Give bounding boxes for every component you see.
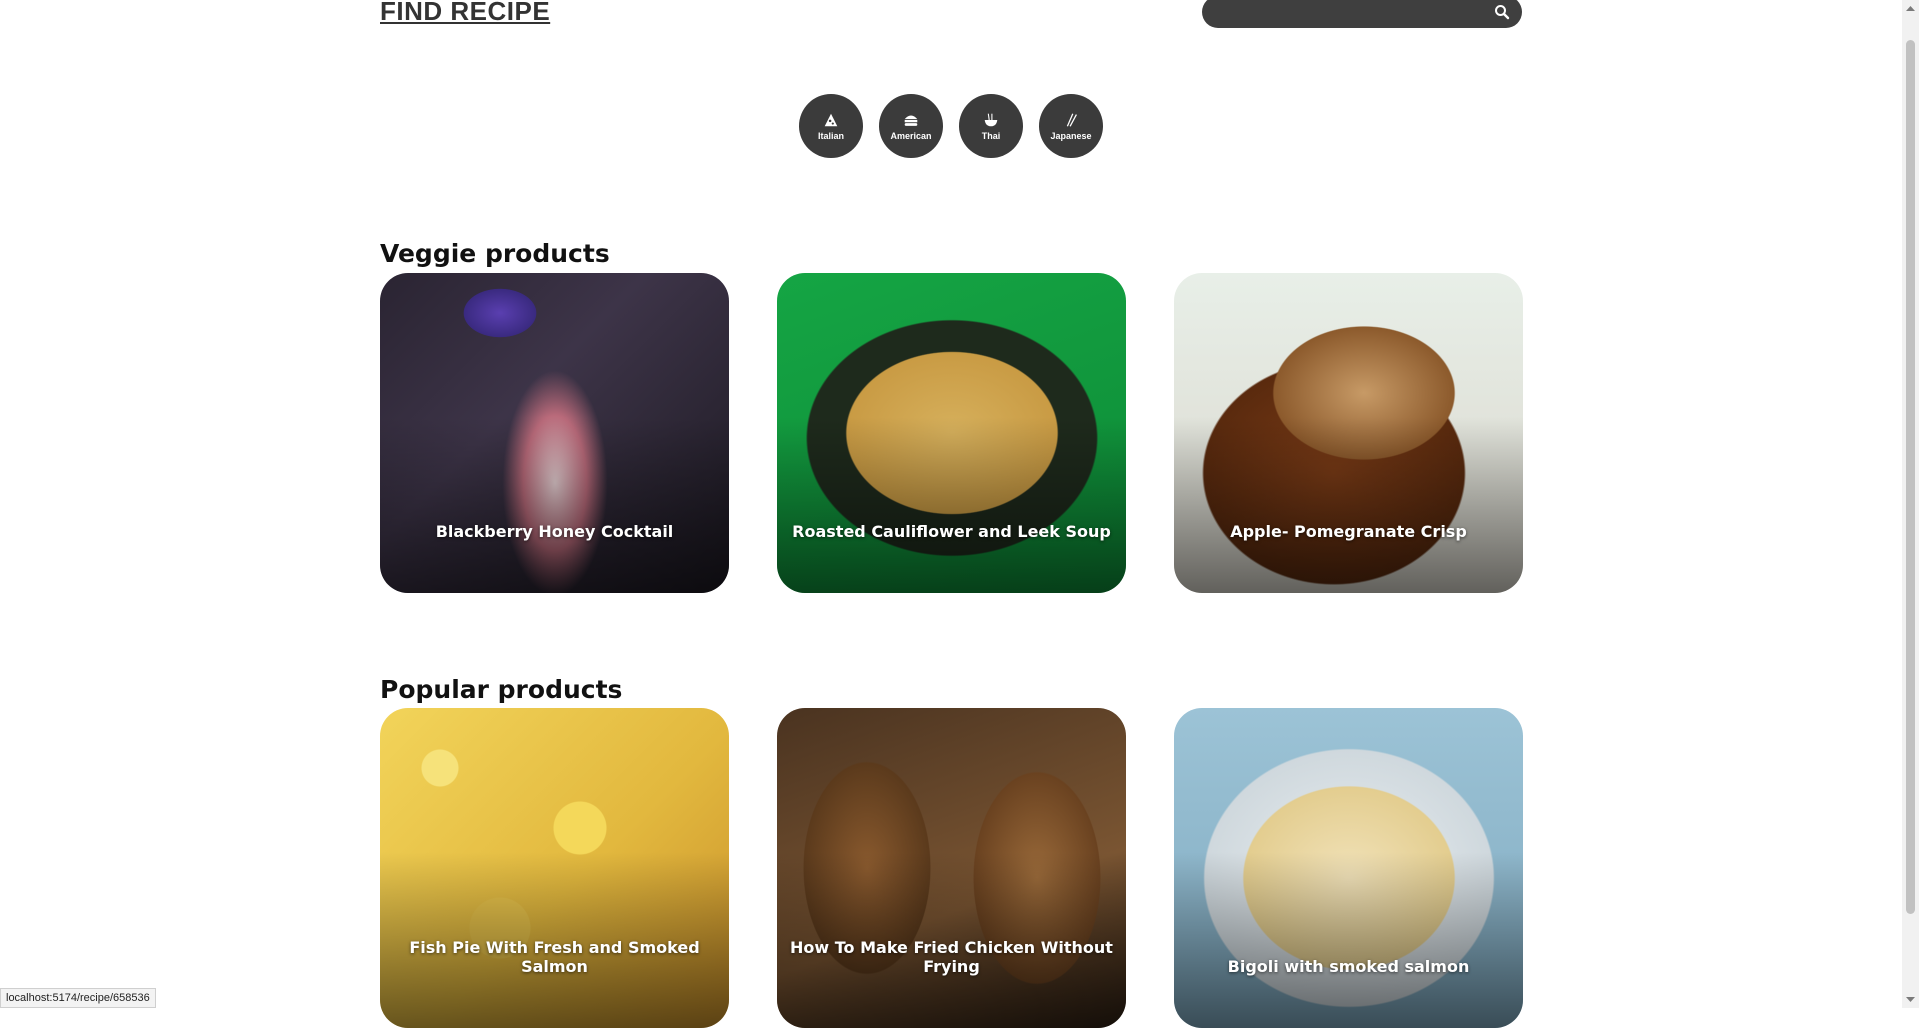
search-bar [1202, 0, 1522, 28]
cuisine-list: Italian American Thai Japanese [799, 94, 1103, 158]
logo-link[interactable]: FIND RECIPE [380, 0, 550, 27]
cuisine-label: Italian [817, 131, 844, 141]
scrollbar-thumb[interactable] [1906, 40, 1915, 914]
cuisine-japanese[interactable]: Japanese [1039, 94, 1103, 158]
recipe-card[interactable]: Blackberry Honey Cocktail [380, 273, 729, 593]
scroll-up-icon[interactable] [1906, 4, 1915, 14]
popular-section-title: Popular products [380, 675, 623, 704]
cuisine-american[interactable]: American [879, 94, 943, 158]
scroll-down-icon[interactable] [1906, 994, 1915, 1004]
cuisine-thai[interactable]: Thai [959, 94, 1023, 158]
recipe-card[interactable]: Bigoli with smoked salmon [1174, 708, 1523, 1028]
vertical-scrollbar[interactable] [1902, 0, 1919, 1008]
popular-cards: Fish Pie With Fresh and Smoked Salmon Ho… [380, 708, 1523, 1028]
recipe-title: Fish Pie With Fresh and Smoked Salmon [409, 938, 700, 976]
chopsticks-icon [1066, 113, 1077, 127]
cuisine-label: American [890, 131, 932, 141]
recipe-title: How To Make Fried Chicken Without Frying [790, 938, 1113, 976]
status-bar-url: localhost:5174/recipe/658536 [0, 988, 156, 1008]
cuisine-label: Thai [981, 131, 1001, 141]
recipe-title: Roasted Cauliflower and Leek Soup [792, 522, 1111, 541]
recipe-card[interactable]: How To Make Fried Chicken Without Frying [777, 708, 1126, 1028]
search-icon[interactable] [1482, 0, 1522, 28]
recipe-title: Blackberry Honey Cocktail [435, 522, 674, 541]
noodle-bowl-icon [984, 113, 998, 127]
recipe-title: Bigoli with smoked salmon [1227, 957, 1470, 976]
cuisine-italian[interactable]: Italian [799, 94, 863, 158]
recipe-card[interactable]: Fish Pie With Fresh and Smoked Salmon [380, 708, 729, 1028]
burger-icon [904, 115, 918, 126]
veggie-cards: Blackberry Honey Cocktail Roasted Caulif… [380, 273, 1523, 593]
recipe-card[interactable]: Roasted Cauliflower and Leek Soup [777, 273, 1126, 593]
veggie-section-title: Veggie products [380, 239, 610, 268]
recipe-card[interactable]: Apple- Pomegranate Crisp [1174, 273, 1523, 593]
search-input[interactable] [1202, 3, 1482, 21]
pizza-icon [824, 113, 838, 127]
cuisine-label: Japanese [1050, 131, 1092, 141]
recipe-title: Apple- Pomegranate Crisp [1230, 522, 1467, 541]
